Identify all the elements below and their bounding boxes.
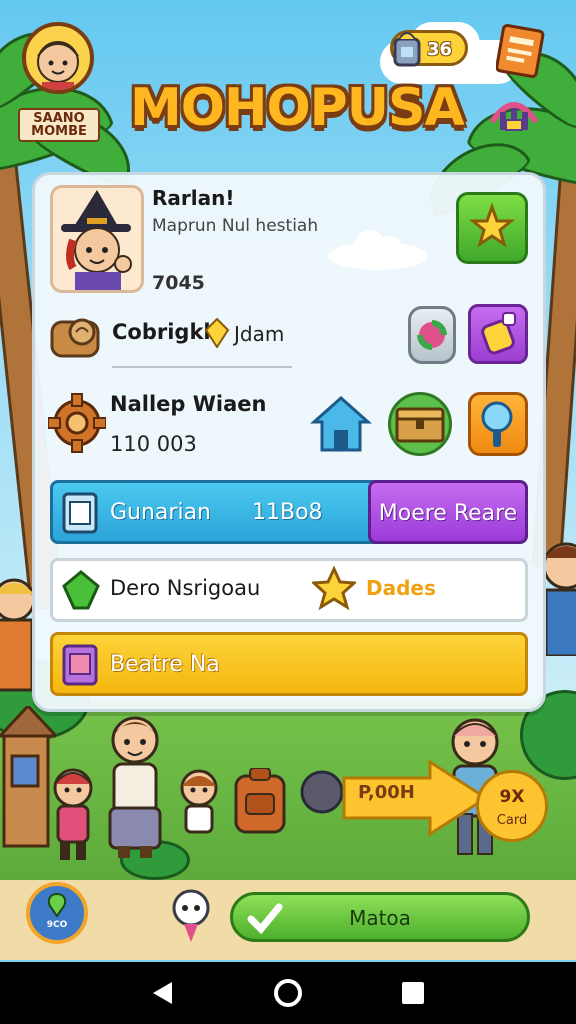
book-icon: [495, 23, 545, 78]
home-circle-icon: [273, 979, 302, 1007]
side-character: [0, 578, 36, 692]
wizard-portrait-icon: [61, 190, 132, 290]
card-pack-icon: [62, 644, 98, 686]
player-score: 7045: [152, 272, 205, 294]
child-character: [180, 769, 218, 834]
more-reward-button[interactable]: Moere Reare: [368, 480, 528, 544]
player-name: Rarlan!: [152, 186, 235, 210]
map-pin-icon: [47, 892, 67, 918]
card-badge-label: Card: [496, 813, 528, 828]
gate-icon[interactable]: [486, 92, 542, 134]
quest-value: Dades: [366, 576, 436, 600]
progress-label: Gunarian: [110, 500, 211, 525]
card-badge[interactable]: 9X Card: [476, 770, 548, 842]
scroll-icon: [50, 318, 100, 358]
potion-button[interactable]: [468, 304, 528, 364]
lantern-icon: [393, 32, 421, 67]
nav-back-button[interactable]: [143, 973, 183, 1013]
nav-recents-button[interactable]: [393, 973, 433, 1013]
resource-label: Cobrigkl: [112, 320, 211, 344]
swirl-icon: [417, 320, 447, 350]
player-subtitle: Maprun Nul hestiah: [152, 216, 319, 236]
key-button[interactable]: [468, 392, 528, 456]
backpack-character: [234, 768, 286, 834]
resource-value: Jdam: [234, 322, 285, 346]
map-button-text: 9CO: [46, 920, 68, 930]
ghost-pin-icon[interactable]: [170, 888, 212, 944]
divider: [112, 366, 292, 368]
match-button[interactable]: Matoa: [230, 892, 530, 942]
treasure-chest-button[interactable]: [388, 392, 452, 456]
nav-home-button[interactable]: [268, 973, 308, 1013]
player-tag: SAANO MOMBE: [18, 108, 100, 142]
star-icon: [312, 566, 356, 610]
gear-icon: [48, 393, 106, 453]
arrow-banner-value: P,00H: [358, 782, 415, 803]
magnifier-icon: [481, 401, 513, 447]
treasure-chest-icon: [395, 407, 445, 443]
match-button-label: Matoa: [349, 906, 411, 930]
green-gem-icon: [62, 570, 100, 610]
currency-counter[interactable]: 36: [390, 30, 468, 67]
swirl-button[interactable]: [408, 306, 456, 364]
android-navigation-bar: [0, 962, 576, 1024]
villager-character: [108, 716, 162, 858]
card-badge-count: 9X: [499, 787, 525, 807]
book-button[interactable]: [495, 22, 548, 78]
player-avatar-button[interactable]: [22, 22, 94, 94]
currency-value: 36: [427, 39, 453, 60]
star-flag-icon: [468, 202, 516, 248]
child-character: [53, 768, 93, 860]
potion-icon: [481, 312, 516, 355]
more-reward-label: Moere Reare: [378, 501, 518, 526]
clipboard-icon: [62, 492, 98, 534]
game-title: MOHOPUSA: [130, 78, 465, 138]
map-button[interactable]: 9CO: [26, 882, 88, 944]
player-avatar-icon: [37, 41, 79, 90]
stat-label: Nallep Wiaen: [110, 392, 267, 416]
house-icon[interactable]: [310, 394, 372, 456]
star-reward-button[interactable]: [456, 192, 528, 264]
recents-square-icon: [402, 982, 425, 1004]
progress-value: 11Bo8: [252, 500, 323, 525]
cloud-decoration: [328, 230, 428, 270]
profile-portrait[interactable]: [50, 185, 144, 293]
back-triangle-icon: [152, 982, 172, 1004]
quest-label: Dero Nsrigoau: [110, 576, 261, 600]
action-label: Beatre Na: [110, 652, 220, 677]
stat-value: 110 003: [110, 432, 197, 456]
gem-icon: [204, 318, 230, 348]
